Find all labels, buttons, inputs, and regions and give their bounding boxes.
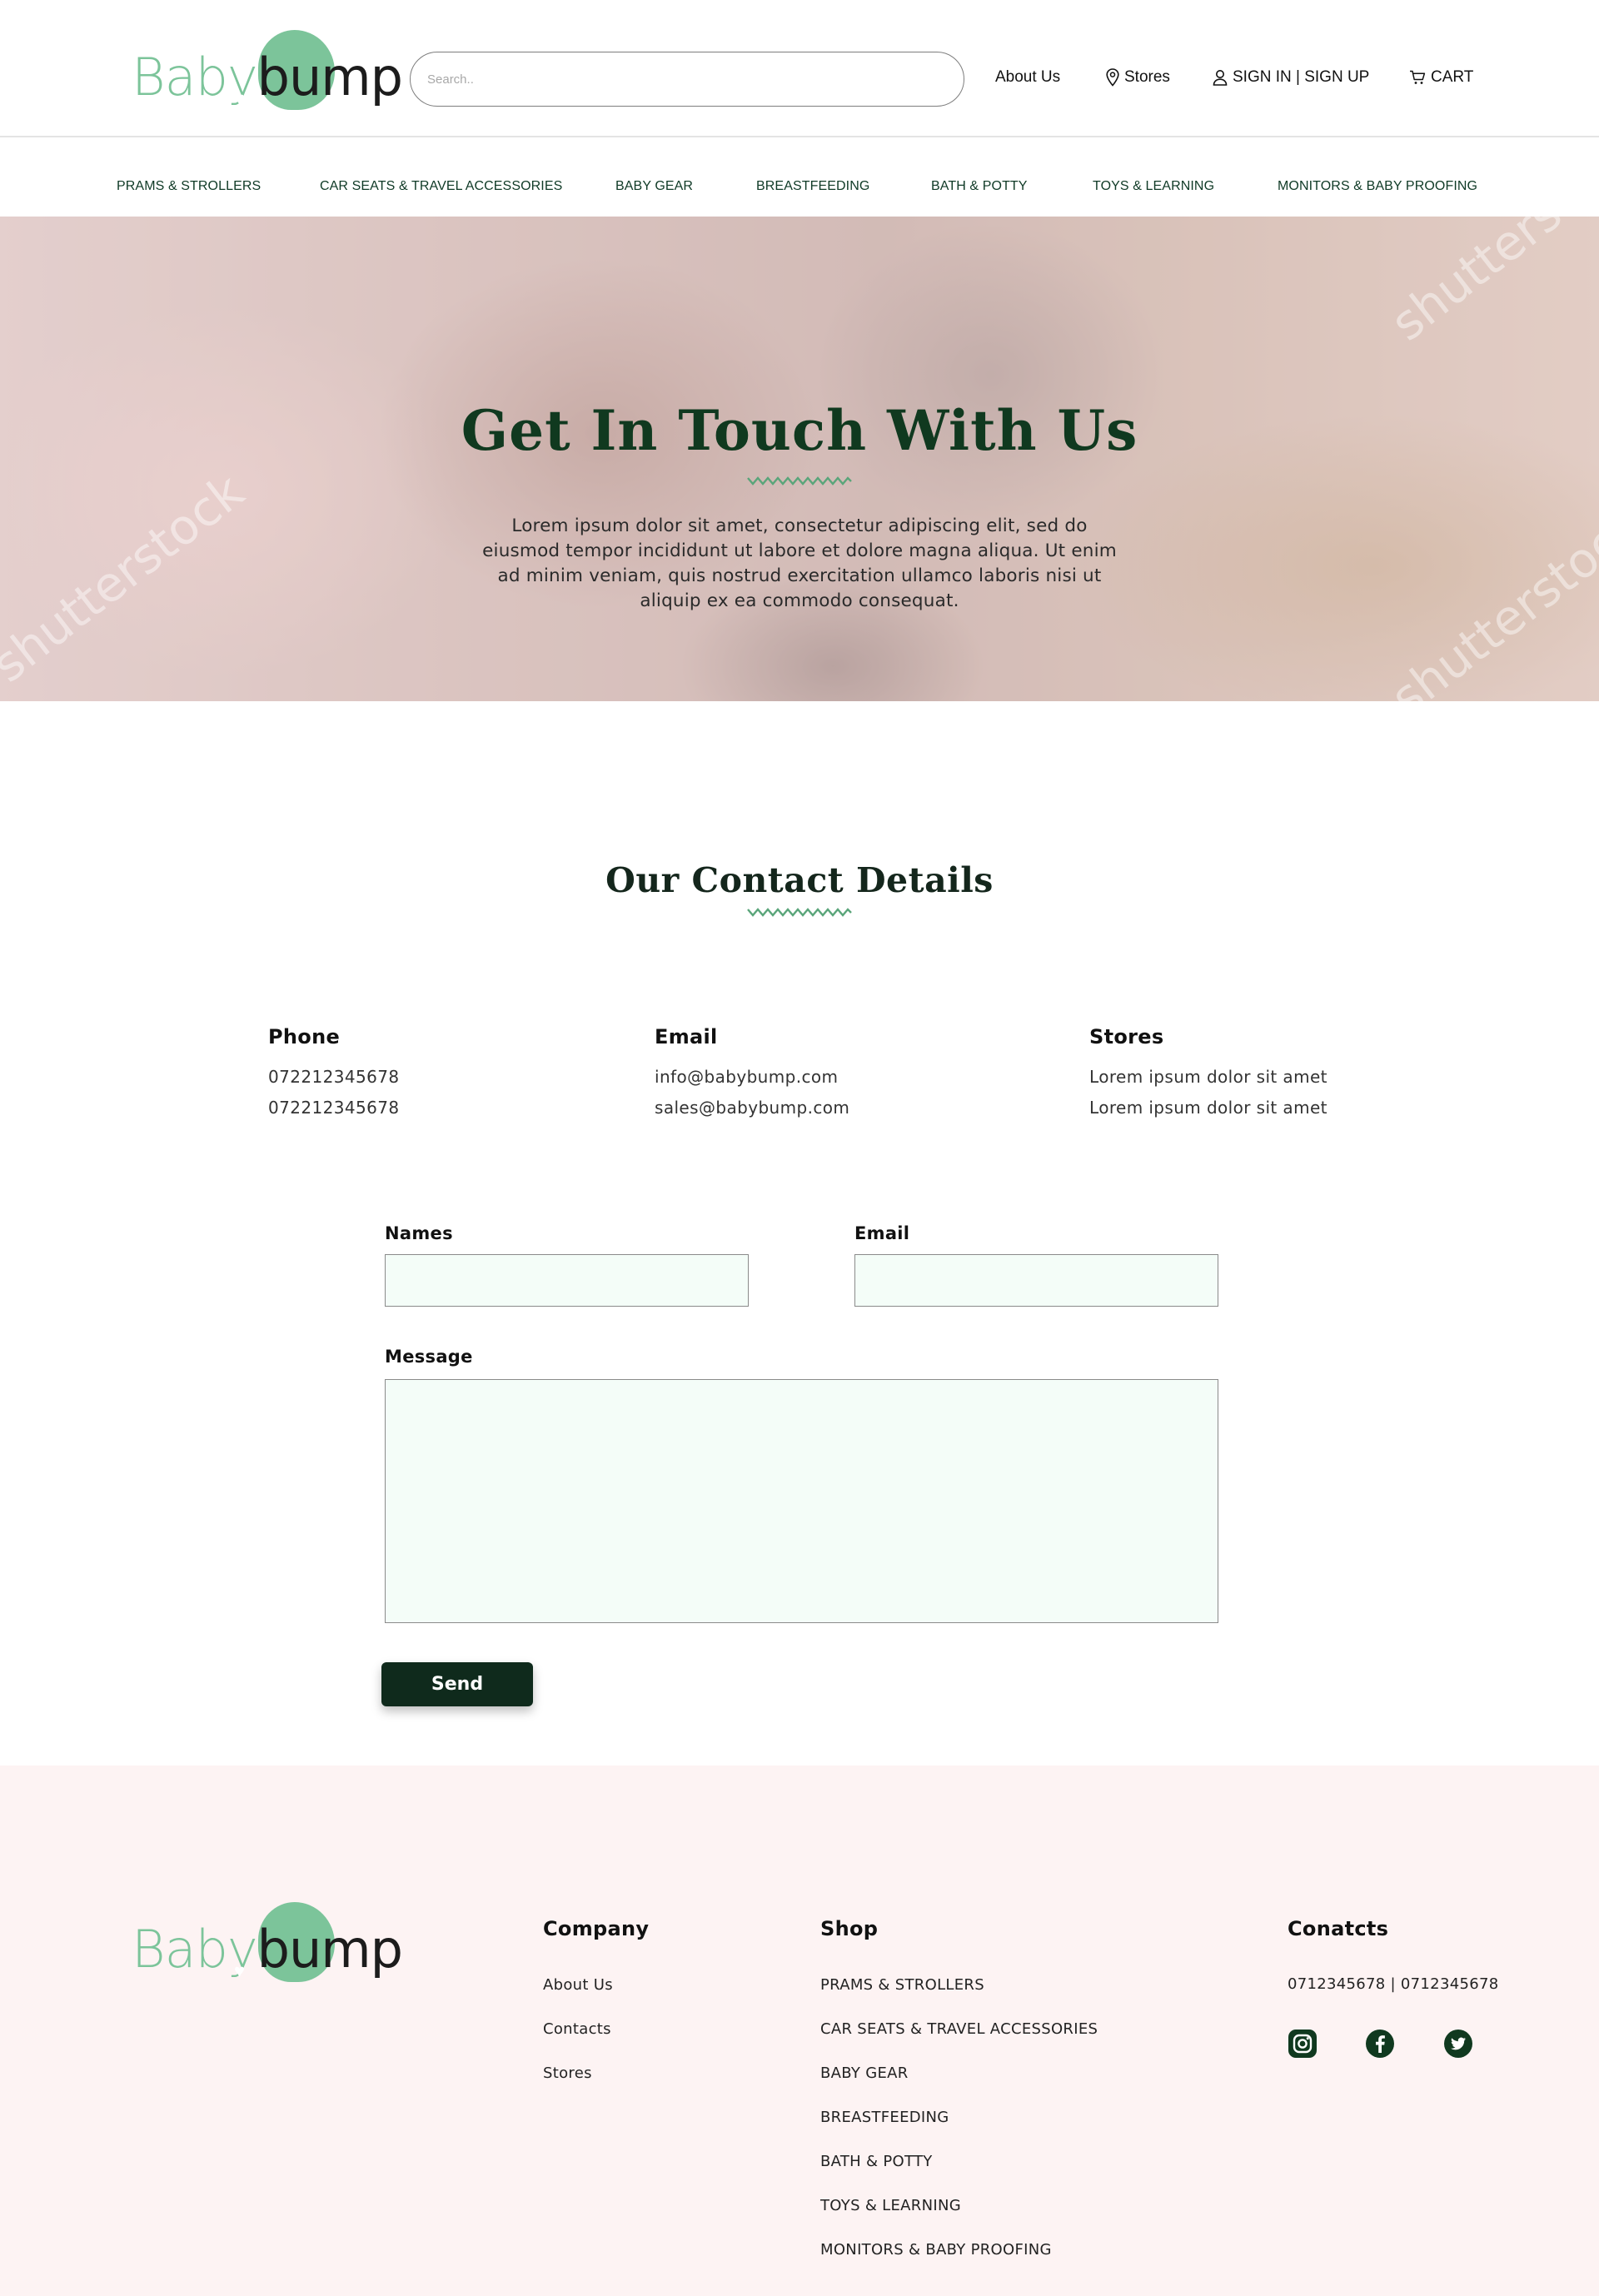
contact-phone-line: 072212345678 [268,1098,400,1118]
message-textarea[interactable] [385,1379,1218,1623]
footer-shop-toys-learning[interactable]: TOYS & LEARNING [820,2197,961,2214]
email-label: Email [854,1223,910,1243]
contact-phone-heading: Phone [268,1025,341,1048]
nav-about-us-label: About Us [995,68,1061,86]
instagram-icon[interactable] [1288,2029,1318,2059]
site-footer: Babybump ♥ Company About Us Contacts Sto… [0,1766,1599,2296]
footer-shop-car-seats[interactable]: CAR SEATS & TRAVEL ACCESSORIES [820,2020,1098,2038]
contact-email-column: Email info@babybump.com sales@babybump.c… [655,1025,849,1123]
user-icon [1213,69,1228,86]
contact-email-line[interactable]: sales@babybump.com [655,1093,849,1123]
nav-sign-in-label: SIGN IN | SIGN UP [1233,68,1370,86]
category-baby-gear[interactable]: BABY GEAR [615,179,693,194]
footer-contacts-heading: Conatcts [1288,1917,1389,1940]
squiggle-divider [747,908,852,917]
category-bath-potty[interactable]: BATH & POTTY [931,179,1028,194]
hero-banner: shutterstock shutterstock shutterstock G… [0,217,1599,701]
footer-phone-numbers: 0712345678 | 0712345678 [1288,1975,1499,1993]
hero-description: Lorem ipsum dolor sit amet, consectetur … [482,515,1117,611]
names-input[interactable] [385,1254,749,1307]
footer-shop-baby-gear[interactable]: BABY GEAR [820,2064,909,2082]
contact-email-line[interactable]: info@babybump.com [655,1062,849,1093]
category-nav: PRAMS & STROLLERS CAR SEATS & TRAVEL ACC… [0,139,1599,217]
category-monitors-baby-proofing[interactable]: MONITORS & BABY PROOFING [1278,179,1477,194]
category-toys-learning[interactable]: TOYS & LEARNING [1093,179,1214,194]
site-header: Babybump ♥ About Us Stores SIGN IN | SIG… [0,0,1599,137]
footer-shop-heading: Shop [820,1917,879,1940]
category-breastfeeding[interactable]: BREASTFEEDING [756,179,869,194]
heart-icon: ♥ [234,88,246,109]
cart-icon [1409,70,1426,85]
contact-details-title: Our Contact Details [605,860,994,900]
hero-content: Get In Touch With Us Lorem ipsum dolor s… [0,217,1599,701]
footer-shop-breastfeeding[interactable]: BREASTFEEDING [820,2109,949,2126]
twitter-icon[interactable] [1443,2029,1473,2059]
footer-company-heading: Company [543,1917,650,1940]
search-input[interactable] [410,52,964,107]
contact-phone-line: 072212345678 [268,1067,400,1087]
footer-link-contacts[interactable]: Contacts [543,2020,611,2038]
names-label: Names [385,1223,453,1243]
email-input[interactable] [854,1254,1218,1307]
category-car-seats[interactable]: CAR SEATS & TRAVEL ACCESSORIES [320,179,562,194]
footer-shop-monitors-baby-proofing[interactable]: MONITORS & BABY PROOFING [820,2241,1052,2259]
nav-stores[interactable]: Stores [1106,68,1170,87]
contact-store-line: Lorem ipsum dolor sit amet [1089,1098,1328,1118]
nav-sign-in-sign-up[interactable]: SIGN IN | SIGN UP [1213,68,1369,87]
footer-link-stores[interactable]: Stores [543,2064,592,2082]
send-button[interactable]: Send [381,1662,533,1706]
contact-phone-column: Phone 072212345678 072212345678 [268,1025,400,1123]
logo-wordmark: Babybump [132,47,403,107]
contact-stores-heading: Stores [1089,1025,1164,1048]
contact-email-heading: Email [655,1025,718,1048]
footer-shop-bath-potty[interactable]: BATH & POTTY [820,2153,933,2170]
nav-cart-label: CART [1431,68,1474,86]
category-prams-strollers[interactable]: PRAMS & STROLLERS [117,179,261,194]
footer-link-about-us[interactable]: About Us [543,1976,613,1994]
nav-about-us[interactable]: About Us [995,68,1060,87]
nav-cart[interactable]: CART [1409,68,1473,87]
nav-stores-label: Stores [1124,68,1170,86]
footer-shop-prams-strollers[interactable]: PRAMS & STROLLERS [820,1976,984,1994]
message-label: Message [385,1347,473,1367]
footer-babybump-logo[interactable]: Babybump ♥ [132,1902,403,1982]
hero-title: Get In Touch With Us [461,398,1138,463]
contact-store-line: Lorem ipsum dolor sit amet [1089,1067,1328,1087]
contact-stores-column: Stores Lorem ipsum dolor sit amet Lorem … [1089,1025,1328,1123]
facebook-icon[interactable] [1365,2029,1395,2059]
squiggle-divider [747,476,852,486]
map-pin-icon [1106,68,1119,87]
heart-icon: ♥ [234,1960,246,1981]
logo-wordmark: Babybump [132,1919,403,1980]
babybump-logo[interactable]: Babybump ♥ [132,30,403,110]
